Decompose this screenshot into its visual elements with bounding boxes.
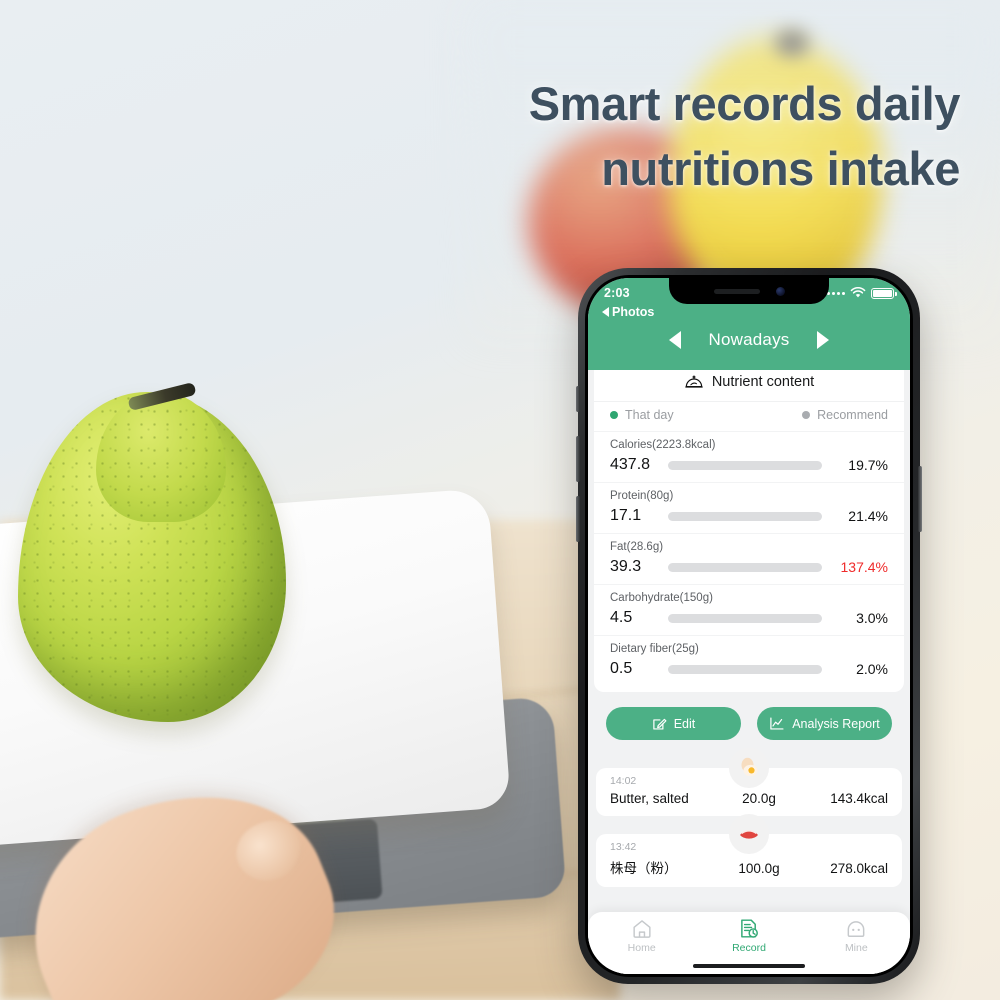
tab-home[interactable]: Home xyxy=(588,918,695,954)
food-list: 14:02 Butter, salted 20.0g 143.4kcal 13:… xyxy=(588,748,910,887)
nutrient-row: Dietary fiber(25g) 0.5 2.0% xyxy=(594,635,904,686)
volume-up-button[interactable] xyxy=(576,436,580,482)
front-camera xyxy=(775,286,785,296)
nutrient-value: 39.3 xyxy=(610,558,642,575)
food-list-item[interactable]: 13:42 株母（粉） 100.0g 278.0kcal xyxy=(596,814,902,887)
signal-dots-icon xyxy=(827,291,845,295)
headline-line-1: Smart records daily xyxy=(528,77,961,130)
back-row: Photos xyxy=(588,304,910,324)
nutrient-label: Protein(80g) xyxy=(610,490,674,502)
legend-row: That day Recommend xyxy=(594,401,904,431)
edit-button[interactable]: Edit xyxy=(606,707,741,740)
nutrient-percent: 2.0% xyxy=(856,661,888,677)
status-time: 2:03 xyxy=(604,286,630,300)
pear-texture xyxy=(18,392,286,722)
nutrient-card: Nutrient content That day Recommend Calo… xyxy=(594,370,904,692)
wifi-icon xyxy=(850,287,866,298)
earpiece-speaker xyxy=(713,288,760,294)
chevron-left-icon xyxy=(602,307,609,317)
nutrient-row: Calories(2223.8kcal) 437.8 19.7% xyxy=(594,431,904,482)
nutrient-percent: 21.4% xyxy=(848,508,888,524)
food-amount: 20.0g xyxy=(742,791,776,806)
headline: Smart records daily nutritions intake xyxy=(360,72,961,202)
nutrient-progress-bar xyxy=(668,562,822,572)
food-list-item[interactable]: 14:02 Butter, salted 20.0g 143.4kcal xyxy=(596,748,902,816)
nutrient-row: Carbohydrate(150g) 4.5 3.0% xyxy=(594,584,904,635)
analysis-report-button-label: Analysis Report xyxy=(792,716,880,731)
nutrient-label: Calories(2223.8kcal) xyxy=(610,439,716,451)
notch xyxy=(669,278,829,304)
food-name: 株母（粉） xyxy=(610,861,678,876)
headline-line-2: nutritions intake xyxy=(601,141,960,195)
butter-egg-icon xyxy=(729,748,769,788)
date-navigator: Nowadays xyxy=(588,324,910,370)
card-title-text: Nutrient content xyxy=(711,374,815,390)
phone-screen: 2:03 Photos Nowadays Nutrient content Th… xyxy=(588,278,910,974)
date-label: Nowadays xyxy=(708,330,790,349)
mute-switch[interactable] xyxy=(576,386,580,412)
legend-recommend: Recommend xyxy=(802,408,888,422)
food-name: Butter, salted xyxy=(610,791,689,806)
legend-label: That day xyxy=(625,408,674,422)
nutrient-percent: 137.4% xyxy=(840,559,888,575)
back-label: Photos xyxy=(612,305,655,319)
legend-dot xyxy=(610,411,618,419)
meat-icon xyxy=(729,814,769,854)
legend-dot xyxy=(802,411,811,419)
nutrient-value: 4.5 xyxy=(610,609,633,626)
home-icon xyxy=(633,920,651,938)
food-calories: 278.0kcal xyxy=(830,861,888,876)
power-button[interactable] xyxy=(918,466,922,532)
profile-icon xyxy=(847,921,865,937)
nutrient-label: Carbohydrate(150g) xyxy=(610,592,713,604)
nutrient-label: Dietary fiber(25g) xyxy=(610,643,699,655)
nutrient-card-title: Nutrient content xyxy=(594,374,904,401)
chart-report-icon xyxy=(770,717,784,730)
next-day-button[interactable] xyxy=(817,331,830,349)
nutrient-percent: 19.7% xyxy=(848,457,888,473)
legend-that-day: That day xyxy=(610,408,674,422)
nutrient-progress-bar xyxy=(668,511,822,521)
nutrient-row: Fat(28.6g) 39.3 137.4% xyxy=(594,533,904,584)
nutrient-progress-bar xyxy=(668,460,822,470)
food-dome-icon xyxy=(685,375,703,388)
nutrient-label: Fat(28.6g) xyxy=(610,541,664,553)
nutrient-percent: 3.0% xyxy=(856,610,888,626)
phone-mockup: 2:03 Photos Nowadays Nutrient content Th… xyxy=(576,268,922,984)
nutrient-progress-bar xyxy=(668,664,822,674)
back-to-photos-link[interactable]: Photos xyxy=(602,305,654,319)
nutrient-value: 0.5 xyxy=(610,660,633,677)
food-calories: 143.4kcal xyxy=(830,791,888,806)
food-amount: 100.0g xyxy=(738,861,780,876)
tab-mine-label: Mine xyxy=(844,942,868,954)
battery-icon xyxy=(871,287,897,299)
nutrient-value: 17.1 xyxy=(610,507,642,524)
analysis-report-button[interactable]: Analysis Report xyxy=(757,707,892,740)
action-row: Edit Analysis Report xyxy=(588,692,910,750)
home-indicator[interactable] xyxy=(693,964,805,968)
record-icon xyxy=(741,919,758,938)
tab-home-label: Home xyxy=(627,942,656,954)
tab-record[interactable]: Record xyxy=(695,918,802,954)
phone-bezel: 2:03 Photos Nowadays Nutrient content Th… xyxy=(585,275,913,977)
status-indicators xyxy=(827,287,897,299)
volume-down-button[interactable] xyxy=(576,496,580,542)
nutrient-value: 437.8 xyxy=(610,456,651,473)
nutrient-row: Protein(80g) 17.1 21.4% xyxy=(594,482,904,533)
content-area[interactable]: Nutrient content That day Recommend Calo… xyxy=(588,370,910,974)
legend-label: Recommend xyxy=(817,408,888,422)
prev-day-button[interactable] xyxy=(668,331,681,349)
edit-pencil-icon xyxy=(652,718,667,730)
edit-button-label: Edit xyxy=(673,716,696,731)
tab-record-label: Record xyxy=(732,942,766,954)
tab-mine[interactable]: Mine xyxy=(803,918,910,954)
nutrient-progress-bar xyxy=(668,613,822,623)
